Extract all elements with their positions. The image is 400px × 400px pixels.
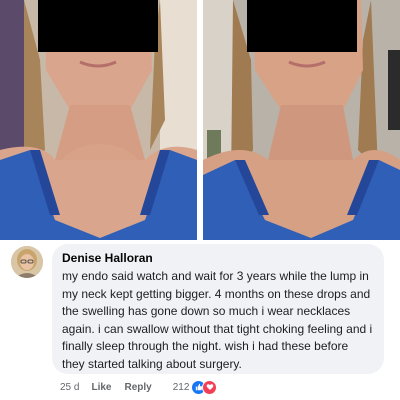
comment-bubble: Denise Halloran my endo said watch and w… <box>52 244 384 374</box>
avatar[interactable] <box>11 246 43 278</box>
after-photo <box>203 0 400 240</box>
reaction-count[interactable]: 212 <box>173 382 190 393</box>
love-icon <box>202 379 218 395</box>
comment-author[interactable]: Denise Halloran <box>62 251 374 266</box>
before-photo <box>0 0 197 240</box>
comment-text: my endo said watch and wait for 3 years … <box>62 269 373 371</box>
like-button[interactable]: Like <box>91 382 111 393</box>
comment-actions: 25 d Like Reply 212 <box>60 379 218 395</box>
reply-button[interactable]: Reply <box>124 382 151 393</box>
avatar-image <box>11 246 43 278</box>
comment-timestamp[interactable]: 25 d <box>60 382 79 393</box>
before-after-photos <box>0 0 400 240</box>
reactions-summary[interactable] <box>191 379 218 395</box>
face-censor-bar <box>38 0 158 52</box>
face-censor-bar <box>247 0 357 52</box>
